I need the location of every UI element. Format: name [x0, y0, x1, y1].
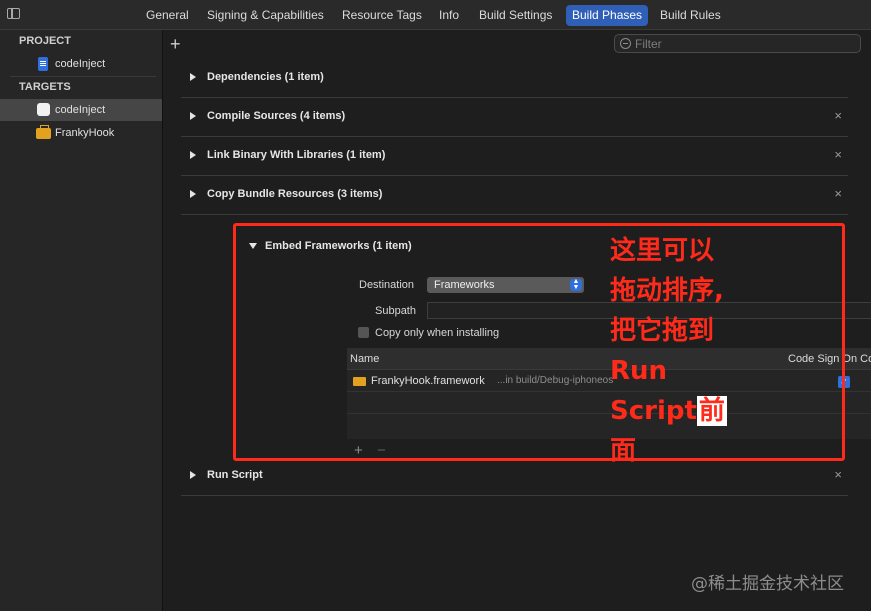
destination-label: Destination: [359, 279, 415, 291]
column-header-code-sign[interactable]: Code Sign On Copy: [788, 353, 871, 365]
annotation-line: 把它拖到: [610, 316, 715, 346]
copy-only-label: Copy only when installing: [375, 327, 500, 339]
annotation-line: Run: [610, 356, 668, 386]
framework-name: FrankyHook.framework: [371, 375, 485, 387]
disclosure-triangle-icon[interactable]: [190, 471, 196, 479]
tab-general[interactable]: General: [140, 5, 195, 26]
targets-header: TARGETS: [19, 81, 71, 93]
editor-tab-bar: General Signing & Capabilities Resource …: [0, 0, 871, 30]
popup-arrows-icon: ▲ ▼: [570, 278, 582, 291]
tab-build-settings[interactable]: Build Settings: [473, 5, 558, 26]
project-file-icon: [38, 57, 48, 71]
build-phases-editor: + Dependencies (1 item) Compile Sources …: [164, 30, 871, 611]
destination-value: Frameworks: [434, 279, 495, 291]
destination-popup[interactable]: Frameworks ▲ ▼: [427, 277, 584, 293]
embed-frameworks-table: Name Code Sign On Copy FrankyHook.framew…: [347, 348, 871, 439]
app-target-icon: [37, 103, 50, 116]
sidebar-item-target-codeinject[interactable]: codeInject: [0, 99, 162, 121]
copy-only-checkbox[interactable]: [358, 327, 369, 338]
tab-build-rules[interactable]: Build Rules: [654, 5, 727, 26]
annotation-line: 这里可以: [610, 236, 715, 266]
tab-resource-tags[interactable]: Resource Tags: [336, 5, 428, 26]
framework-toolbox-icon: [36, 125, 51, 139]
code-sign-checkbox[interactable]: ✓: [838, 376, 850, 388]
disclosure-triangle-open-icon[interactable]: [249, 243, 257, 249]
project-header: PROJECT: [19, 35, 71, 47]
add-build-phase-button[interactable]: +: [170, 35, 181, 53]
sidebar-item-label: FrankyHook: [55, 127, 115, 139]
divider: [10, 76, 156, 77]
sidebar-item-label: codeInject: [55, 104, 106, 116]
phase-embed-frameworks: Embed Frameworks (1 item) Destination Fr…: [241, 30, 871, 460]
sidebar-toggle-icon[interactable]: [7, 8, 20, 19]
sidebar-item-label: codeInject: [55, 58, 106, 70]
sidebar-item-project-codeinject[interactable]: codeInject: [0, 53, 162, 75]
annotation-line-script: Script前: [610, 391, 740, 431]
framework-path: ...in build/Debug-iphoneos: [497, 375, 614, 386]
project-navigator-sidebar: PROJECT codeInject TARGETS codeInject Fr…: [0, 30, 163, 611]
table-row-empty: [347, 392, 871, 414]
annotation-line: 面: [610, 436, 637, 466]
subpath-label: Subpath: [375, 305, 416, 317]
table-header: Name Code Sign On Copy: [347, 348, 871, 370]
annotation-script-word: Script: [610, 396, 697, 426]
tab-build-phases[interactable]: Build Phases: [566, 5, 649, 26]
annotation-text: 这里可以 拖动排序, 把它拖到 Run Script前 面: [610, 231, 740, 471]
disclosure-triangle-icon[interactable]: [190, 112, 196, 120]
watermark: @稀土掘金技术社区: [691, 574, 844, 594]
framework-icon: [353, 377, 366, 386]
tab-signing-capabilities[interactable]: Signing & Capabilities: [201, 5, 330, 26]
column-header-name[interactable]: Name: [350, 353, 379, 365]
sidebar-item-target-frankyhook[interactable]: FrankyHook: [0, 122, 162, 144]
remove-phase-icon[interactable]: ×: [834, 467, 842, 482]
phase-run-script[interactable]: Run Script ×: [181, 457, 848, 496]
phase-title: Run Script: [207, 469, 263, 481]
tab-info[interactable]: Info: [433, 5, 465, 26]
table-row-empty: [347, 414, 871, 436]
phase-title: Embed Frameworks (1 item): [265, 240, 412, 252]
annotation-line: 拖动排序,: [610, 276, 724, 306]
table-row[interactable]: FrankyHook.framework ...in build/Debug-i…: [347, 370, 871, 392]
annotation-boxed-char: 前: [696, 396, 727, 426]
disclosure-triangle-icon[interactable]: [190, 190, 196, 198]
disclosure-triangle-icon[interactable]: [190, 73, 196, 81]
disclosure-triangle-icon[interactable]: [190, 151, 196, 159]
